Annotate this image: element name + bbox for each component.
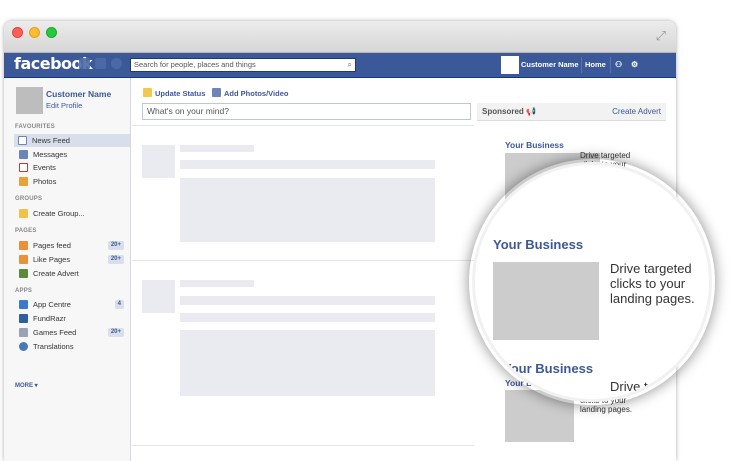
count-badge: 4 <box>114 300 124 309</box>
minimize-window-button[interactable] <box>29 27 40 38</box>
sidebar-item-create-group[interactable]: Create Group... <box>15 207 129 220</box>
photos-icon <box>19 177 28 186</box>
sidebar-item-pages-feed[interactable]: Pages feed 20+ <box>15 239 129 252</box>
sidebar-item-label: Like Pages <box>33 255 71 264</box>
sidebar-item-label: Pages feed <box>33 241 71 250</box>
sidebar-item-translations[interactable]: Translations <box>15 340 129 353</box>
sidebar-item-events[interactable]: Events <box>15 161 129 174</box>
sponsored-header: Sponsored 📢 Create Advert <box>477 103 666 121</box>
edit-profile-link[interactable]: Edit Profile <box>46 101 82 110</box>
more-link[interactable]: MORE ▾ <box>15 382 38 389</box>
create-advert-link[interactable]: Create Advert <box>612 107 661 116</box>
sidebar-item-photos[interactable]: Photos <box>15 175 129 188</box>
count-badge: 20+ <box>107 255 124 264</box>
messages-icon <box>19 150 28 159</box>
count-badge: 20+ <box>107 328 124 337</box>
app-centre-icon <box>19 300 28 309</box>
create-advert-icon <box>19 269 28 278</box>
sidebar-item-label: Create Advert <box>33 269 79 278</box>
status-input[interactable]: What's on your mind? <box>142 103 471 120</box>
sidebar-item-label: News Feed <box>32 136 70 145</box>
close-window-button[interactable] <box>12 27 23 38</box>
games-feed-icon <box>19 328 28 337</box>
update-status-label: Update Status <box>155 89 206 98</box>
story-line-placeholder <box>180 145 254 152</box>
story-image-placeholder <box>180 178 435 242</box>
sidebar-item-fundrazr[interactable]: FundRazr <box>15 312 129 325</box>
search-icon[interactable]: ⌕ <box>348 59 352 71</box>
messages-icon[interactable] <box>95 58 106 69</box>
section-heading-apps: APPS <box>15 288 33 294</box>
sidebar-item-label: Messages <box>33 150 68 159</box>
story-image-placeholder <box>180 330 435 396</box>
friend-requests-icon[interactable] <box>79 58 90 69</box>
profile-name-link[interactable]: Customer Name <box>46 89 111 99</box>
status-placeholder: What's on your mind? <box>147 106 229 116</box>
sidebar-item-label: Translations <box>33 342 74 351</box>
sidebar-item-games-feed[interactable]: Games Feed 20+ <box>15 326 129 339</box>
add-photos-label: Add Photos/Video <box>224 89 289 98</box>
fundrazr-icon <box>19 314 28 323</box>
home-link[interactable]: Home <box>585 60 606 69</box>
magnifier-lens: Your Business Drive targeted clicks to yo… <box>472 162 712 402</box>
sidebar-item-label: FundRazr <box>33 314 66 323</box>
expand-arrows-icon[interactable]: ⤢ <box>656 29 666 44</box>
notifications-globe-icon[interactable] <box>111 58 122 69</box>
zoom-window-button[interactable] <box>46 27 57 38</box>
sidebar-item-label: Create Group... <box>33 209 85 218</box>
find-friends-icon[interactable]: ⚇ <box>615 60 622 69</box>
sidebar-item-label: App Centre <box>33 300 71 309</box>
ad-text-magnified: Drive targeted clicks to your landing page… <box>610 261 695 306</box>
events-calendar-icon <box>19 163 28 172</box>
count-badge: 20+ <box>107 241 124 250</box>
ad-title-magnified: Your Business <box>503 361 594 376</box>
story-line-placeholder <box>180 313 435 322</box>
add-photos-icon <box>212 88 221 97</box>
topbar-divider <box>610 57 611 73</box>
topbar-divider <box>581 57 582 73</box>
sidebar-item-news-feed[interactable]: News Feed <box>14 134 130 147</box>
pages-feed-icon <box>19 241 28 250</box>
search-input[interactable]: Search for people, places and things ⌕ <box>130 58 356 72</box>
sidebar-item-label: Photos <box>33 177 57 186</box>
story-avatar-placeholder <box>142 145 175 178</box>
megaphone-icon: 📢 <box>526 107 536 116</box>
update-status-tab[interactable]: Update Status <box>143 88 205 98</box>
section-heading-pages: PAGES <box>15 228 37 234</box>
ad-image-magnified <box>493 262 599 340</box>
like-pages-icon <box>19 255 28 264</box>
facebook-top-bar: facebook Search for people, places and t… <box>4 53 676 78</box>
translations-icon <box>19 342 28 351</box>
search-placeholder: Search for people, places and things <box>134 60 256 69</box>
news-feed-icon <box>18 136 27 145</box>
ad-text-magnified: Drive targeted <box>610 379 692 394</box>
create-group-icon <box>19 209 28 218</box>
sponsored-label: Sponsored 📢 <box>482 107 536 116</box>
ad-title-magnified: Your Business <box>493 237 584 252</box>
sidebar-item-app-centre[interactable]: App Centre 4 <box>15 298 129 311</box>
ad-title[interactable]: Your Business <box>505 140 564 150</box>
story-line-placeholder <box>180 160 435 169</box>
window-titlebar: ⤢ <box>4 21 676 53</box>
feed-divider <box>132 260 474 261</box>
left-sidebar: Customer Name Edit Profile FAVOURITES Ne… <box>4 78 131 461</box>
sidebar-item-like-pages[interactable]: Like Pages 20+ <box>15 253 129 266</box>
section-heading-favourites: FAVOURITES <box>15 124 55 130</box>
add-photos-tab[interactable]: Add Photos/Video <box>212 88 288 98</box>
feed-divider <box>132 125 474 126</box>
settings-gear-icon[interactable]: ⚙ <box>631 60 638 69</box>
sidebar-item-label: Events <box>33 163 56 172</box>
story-avatar-placeholder <box>142 280 175 313</box>
sidebar-item-messages[interactable]: Messages <box>15 148 129 161</box>
sidebar-item-create-advert[interactable]: Create Advert <box>15 267 129 280</box>
sidebar-item-label: Games Feed <box>33 328 77 337</box>
user-avatar[interactable] <box>501 56 519 74</box>
top-user-name[interactable]: Customer Name <box>521 60 579 69</box>
profile-picture[interactable] <box>16 87 43 114</box>
feed-divider <box>132 445 474 446</box>
story-line-placeholder <box>180 280 254 287</box>
update-status-icon <box>143 88 152 97</box>
story-line-placeholder <box>180 296 435 305</box>
section-heading-groups: GROUPS <box>15 196 43 202</box>
